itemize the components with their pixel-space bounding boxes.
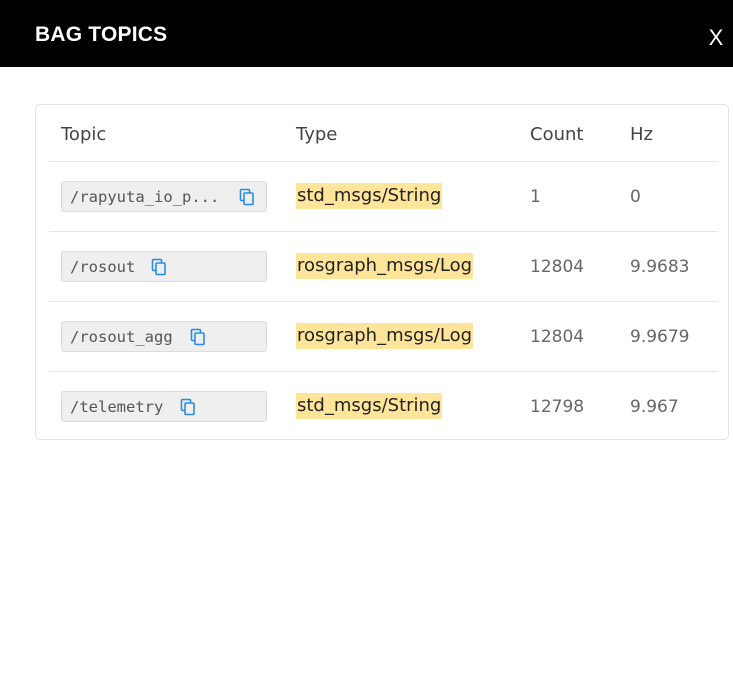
copy-icon[interactable] [190, 328, 206, 346]
table-row: /rapyuta_io_p... std_msgs/String 1 0 [36, 162, 730, 232]
topic-name: /telemetry [70, 398, 164, 416]
topic-name: /rosout_agg [70, 328, 173, 346]
modal-header: BAG TOPICS X [0, 0, 733, 67]
column-header-count: Count [530, 124, 584, 145]
topic-hz: 9.967 [630, 397, 679, 417]
topic-name: /rosout [70, 258, 136, 276]
topic-type: rosgraph_msgs/Log [296, 253, 474, 279]
topic-chip: /rosout_agg [61, 321, 267, 352]
topic-chip: /rosout [61, 251, 267, 282]
topics-table: Topic Type Count Hz /rapyuta_io_p... std… [35, 104, 729, 440]
copy-icon[interactable] [151, 258, 167, 276]
copy-icon[interactable] [180, 398, 196, 416]
table-row: /rosout rosgraph_msgs/Log 12804 9.9683 [36, 232, 730, 302]
topic-count: 12804 [530, 327, 585, 347]
copy-icon[interactable] [239, 188, 255, 206]
bag-topics-modal: BAG TOPICS X Topic Type Count Hz /rapyut… [0, 0, 733, 687]
table-row: /telemetry std_msgs/String 12798 9.967 [36, 372, 730, 442]
topic-hz: 9.9679 [630, 327, 690, 347]
topic-type: rosgraph_msgs/Log [296, 323, 474, 349]
topic-hz: 9.9683 [630, 257, 690, 277]
modal-title: BAG TOPICS [35, 23, 168, 46]
topic-chip: /rapyuta_io_p... [61, 181, 267, 212]
topic-count: 12798 [530, 397, 585, 417]
topic-hz: 0 [630, 187, 641, 207]
topic-count: 1 [530, 187, 541, 207]
close-button[interactable]: X [706, 25, 726, 51]
column-header-hz: Hz [630, 124, 653, 145]
topic-name: /rapyuta_io_p... [70, 188, 220, 206]
topic-type: std_msgs/String [296, 183, 443, 209]
topic-count: 12804 [530, 257, 585, 277]
topic-type: std_msgs/String [296, 393, 443, 419]
topic-chip: /telemetry [61, 391, 267, 422]
column-header-type: Type [296, 124, 338, 145]
column-header-topic: Topic [61, 124, 107, 145]
table-row: /rosout_agg rosgraph_msgs/Log 12804 9.96… [36, 302, 730, 372]
